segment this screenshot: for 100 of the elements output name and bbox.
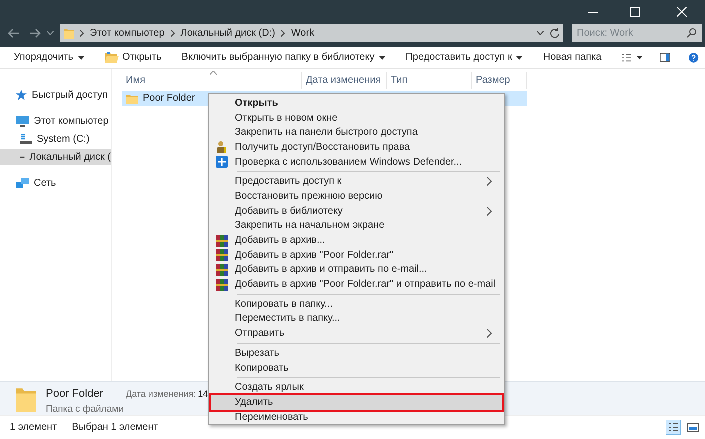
caret-icon: [637, 56, 643, 60]
menu-label: Добавить в архив "Poor Folder.rar" и отправить по e-mail: [235, 278, 496, 292]
toolbar-button[interactable]: Предоставить доступ к: [406, 48, 524, 68]
menu-item[interactable]: Переместить в папку...: [211, 312, 502, 326]
sidebar-item[interactable]: Сеть: [0, 175, 111, 191]
toolbar-button[interactable]: Новая папка: [543, 48, 602, 68]
menu-label: Проверка с использованием Windows Defender...: [235, 156, 462, 170]
menu-label: Закрепить на начальном экране: [235, 219, 385, 234]
chevron-right-icon: [80, 30, 84, 36]
column-header[interactable]: Дата изменения: [302, 72, 387, 89]
status-text: 1 элемент: [10, 421, 58, 435]
forward-arrow-icon[interactable]: [30, 28, 41, 38]
monitor-icon: [16, 116, 29, 126]
person-key-icon: [216, 141, 228, 154]
toolbar-button[interactable]: Включить выбранную папку в библиотеку: [182, 48, 386, 68]
menu-item[interactable]: Открыть: [211, 96, 502, 111]
drive-icon: [20, 134, 32, 144]
menu-label: Получить доступ/Восстановить права: [235, 140, 410, 155]
archive-books-icon: [216, 278, 228, 291]
menu-label: Добавить в архив "Poor Folder.rar": [235, 248, 394, 263]
menu-item[interactable]: Добавить в архив "Poor Folder.rar" и отправить по e-mail: [211, 277, 502, 292]
menu-label: Создать ярлык: [235, 381, 304, 396]
folder-icon: [126, 94, 138, 104]
folder-open-icon: [104, 52, 119, 63]
menu-item[interactable]: Удалить: [211, 395, 502, 410]
menu-label: Добавить в архив...: [235, 234, 326, 248]
search-icon: [687, 28, 697, 38]
view-options-icon[interactable]: [622, 52, 632, 62]
archive-books-icon: [216, 234, 228, 247]
archive-books-icon: [216, 249, 228, 262]
menu-item[interactable]: Отправить: [211, 326, 502, 341]
back-arrow-icon[interactable]: [8, 28, 19, 38]
menu-label: Удалить: [235, 396, 274, 410]
details-label: Дата изменения:: [126, 388, 196, 401]
status-text: Выбран 1 элемент: [72, 421, 158, 435]
menu-label: Копировать в папку...: [235, 298, 333, 312]
sidebar-item[interactable]: Локальный диск (: [0, 149, 111, 165]
menu-item[interactable]: Открыть в новом окне: [211, 110, 502, 126]
menu-label: Вырезать: [235, 346, 280, 361]
archive-books-icon: [216, 264, 228, 276]
menu-item[interactable]: Добавить в библиотеку: [211, 204, 502, 218]
chevron-right-icon: [170, 30, 175, 36]
refresh-icon[interactable]: [550, 28, 560, 38]
star-icon: [16, 90, 27, 100]
preview-pane-icon[interactable]: [660, 52, 670, 63]
details-type: Папка с файлами: [46, 402, 126, 416]
details-view-icon[interactable]: [666, 420, 681, 435]
menu-label: Открыть в новом окне: [235, 112, 338, 126]
column-header[interactable]: Размер: [472, 72, 527, 89]
sort-caret-icon: [210, 71, 217, 75]
drive-icon: [20, 156, 25, 158]
menu-item[interactable]: Копировать в папку...: [211, 296, 502, 312]
menu-item[interactable]: Вырезать: [211, 346, 502, 361]
menu-label: Переименовать: [235, 410, 308, 425]
toolbar-button[interactable]: Упорядочить: [14, 48, 85, 68]
sidebar-item[interactable]: System (C:): [0, 131, 111, 147]
menu-label: Закрепить на панели быстрого доступа: [235, 126, 418, 140]
breadcrumb[interactable]: Work: [291, 26, 315, 40]
help-icon[interactable]: [689, 52, 700, 64]
menu-item[interactable]: Добавить в архив и отправить по e-mail...: [211, 262, 502, 278]
menu-label: Добавить в архив и отправить по e-mail...: [235, 263, 428, 278]
menu-item[interactable]: Проверка с использованием Windows Defender...: [211, 154, 502, 170]
menu-label: Отправить: [235, 327, 285, 342]
menu-label: Копировать: [235, 362, 289, 376]
menu-item[interactable]: Копировать: [211, 360, 502, 376]
search-field[interactable]: Поиск: Work: [572, 24, 702, 42]
column-header[interactable]: Имя: [122, 72, 302, 89]
menu-item[interactable]: Создать ярлык: [211, 380, 502, 396]
menu-item[interactable]: Восстановить прежнюю версию: [211, 189, 502, 204]
sidebar-item[interactable]: Этот компьютер: [0, 113, 111, 129]
menu-item[interactable]: Переименовать: [211, 410, 502, 424]
menu-item[interactable]: Закрепить на панели быстрого доступа: [211, 125, 502, 140]
close-icon[interactable]: [677, 7, 687, 17]
chevron-down-icon[interactable]: [47, 31, 54, 35]
details-value: 14: [198, 388, 208, 401]
breadcrumb[interactable]: Локальный диск (D:): [180, 26, 276, 40]
menu-label: Открыть: [235, 96, 278, 111]
address-field[interactable]: Этот компьютер Локальный диск (D:) Work: [60, 24, 563, 42]
column-header[interactable]: Тип: [387, 72, 472, 89]
large-icons-view-icon[interactable]: [687, 423, 699, 432]
menu-label: Переместить в папку...: [235, 312, 340, 326]
maximize-icon[interactable]: [630, 7, 640, 17]
folder-icon: [16, 386, 36, 412]
menu-label: Добавить в библиотеку: [235, 204, 343, 219]
breadcrumb[interactable]: Этот компьютер: [90, 26, 165, 40]
folder-icon: [64, 28, 74, 38]
details-name: Poor Folder: [46, 387, 104, 402]
toolbar-button[interactable]: Открыть: [104, 48, 162, 68]
shield-icon: [216, 156, 228, 168]
chevron-right-icon: [281, 30, 286, 36]
network-icon: [16, 178, 29, 188]
menu-label: Предоставить доступ к: [235, 175, 342, 190]
menu-item[interactable]: Добавить в архив "Poor Folder.rar": [211, 248, 502, 263]
chevron-down-icon[interactable]: [537, 31, 544, 35]
menu-item[interactable]: Получить доступ/Восстановить права: [211, 140, 502, 155]
menu-item[interactable]: Закрепить на начальном экране: [211, 218, 502, 234]
sidebar-item[interactable]: Быстрый доступ: [0, 87, 111, 103]
menu-label: Восстановить прежнюю версию: [235, 190, 383, 204]
menu-item[interactable]: Добавить в архив...: [211, 233, 502, 248]
menu-item[interactable]: Предоставить доступ к: [211, 174, 502, 190]
